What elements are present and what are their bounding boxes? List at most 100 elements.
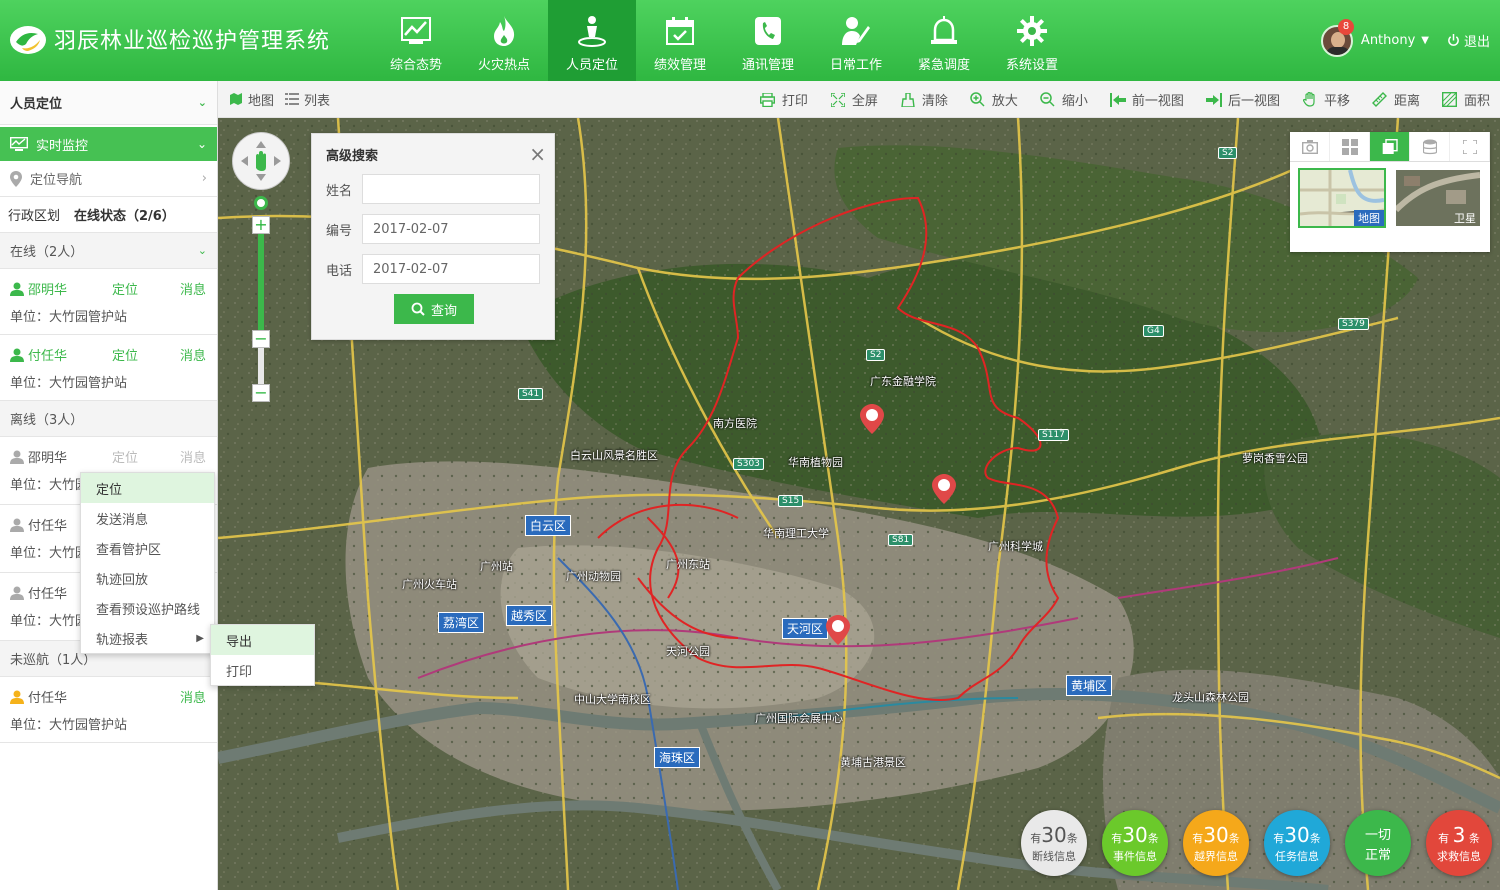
person-icon: [10, 518, 24, 532]
basemap-thumbnail-satellite[interactable]: 卫星: [1393, 168, 1482, 228]
close-icon[interactable]: ×: [529, 142, 546, 166]
message-link[interactable]: 消息: [180, 447, 206, 466]
logo-icon: [8, 22, 48, 56]
message-link[interactable]: 消息: [180, 687, 206, 706]
print-button[interactable]: 打印: [760, 90, 808, 109]
layer-tab-grid[interactable]: [1330, 132, 1370, 161]
menu-item-print[interactable]: 打印: [211, 655, 314, 685]
monitor-label: 实时监控: [36, 138, 89, 154]
sidebar-header[interactable]: 人员定位 ⌄: [0, 81, 217, 125]
location-marker-icon[interactable]: [932, 474, 956, 504]
nav-communication[interactable]: 通讯管理: [724, 0, 812, 81]
menu-item-preset-route[interactable]: 查看预设巡护路线: [81, 593, 214, 623]
stat-all-normal[interactable]: 一切 正常: [1345, 810, 1411, 876]
logout-button[interactable]: 退出: [1447, 31, 1490, 50]
id-label: 编号: [326, 223, 353, 239]
nav-daily-work[interactable]: 日常工作: [812, 0, 900, 81]
layer-tab-basemap[interactable]: [1370, 132, 1410, 161]
map-view-label: 地图: [248, 93, 275, 109]
zoom-out-button[interactable]: 缩小: [1040, 90, 1088, 109]
place-label: 广州火车站: [402, 578, 457, 591]
list-item[interactable]: 付任华 定位 消息 单位：大竹园管护站: [0, 335, 217, 401]
place-label: 白云山风景名胜区: [570, 449, 658, 462]
camera-icon: [1301, 139, 1318, 154]
stat-disconnect[interactable]: 有30条 断线信息: [1021, 810, 1087, 876]
id-input[interactable]: 2017-02-07: [362, 214, 540, 244]
map-zoom-out-button[interactable]: −: [252, 384, 270, 402]
highway-shield: S2: [1218, 147, 1238, 159]
locate-link[interactable]: 定位: [112, 345, 180, 364]
nav-personnel-location[interactable]: 人员定位: [548, 0, 636, 81]
nav-emergency-dispatch[interactable]: 紧急调度: [900, 0, 988, 81]
measure-area-button[interactable]: 面积: [1442, 90, 1490, 109]
sidebar-item-realtime-monitor[interactable]: 实时监控 ⌄: [0, 127, 217, 161]
nav-system-settings[interactable]: 系统设置: [988, 0, 1076, 81]
menu-item-send-message[interactable]: 发送消息: [81, 503, 214, 533]
stat-unit: 条: [1309, 831, 1321, 845]
stat-unit: 条: [1228, 831, 1240, 845]
username[interactable]: Anthony: [1361, 33, 1415, 48]
place-label: 萝岗香雪公园: [1242, 452, 1308, 465]
next-view-button[interactable]: 后一视图: [1205, 90, 1280, 109]
chevron-down-icon[interactable]: ▼: [1421, 35, 1429, 46]
nav-fire-hotspots[interactable]: 火灾热点: [460, 0, 548, 81]
stat-prefix: 有: [1192, 831, 1204, 845]
locate-link[interactable]: 定位: [112, 447, 180, 466]
previous-view-button[interactable]: 前一视图: [1109, 90, 1184, 109]
message-link[interactable]: 消息: [180, 279, 206, 298]
list-item[interactable]: 邵明华 定位 消息 单位：大竹园管护站: [0, 269, 217, 335]
menu-item-view-area[interactable]: 查看管护区: [81, 533, 214, 563]
zoom-slider-handle[interactable]: −: [252, 330, 270, 348]
zoom-in-button[interactable]: 放大: [970, 90, 1018, 109]
locate-me-button[interactable]: [254, 196, 268, 210]
search-icon: [411, 302, 425, 316]
location-marker-icon[interactable]: [826, 615, 850, 645]
list-item[interactable]: 付任华 消息 单位：大竹园管护站: [0, 677, 217, 743]
stat-events[interactable]: 有30条 事件信息: [1102, 810, 1168, 876]
offline-section-header[interactable]: 离线（3人）: [0, 401, 217, 437]
ruler-icon: [1372, 92, 1388, 108]
stat-tasks[interactable]: 有30条 任务信息: [1264, 810, 1330, 876]
menu-item-track-playback[interactable]: 轨迹回放: [81, 563, 214, 593]
name-input[interactable]: [362, 174, 540, 204]
menu-item-locate[interactable]: 定位: [81, 473, 214, 503]
pan-label: 平移: [1323, 94, 1350, 109]
online-section-header[interactable]: 在线（2人） ⌄: [0, 233, 217, 269]
print-label: 打印: [781, 94, 808, 109]
pan-compass[interactable]: [232, 132, 290, 190]
layer-tab-camera[interactable]: [1290, 132, 1330, 161]
tab-administrative-division[interactable]: 行政区划: [8, 205, 60, 224]
status-bubbles: 有30条 断线信息 有30条 事件信息 有30条 越界信息 有30条 任务信息 …: [1006, 810, 1492, 876]
prev-view-icon: [1109, 92, 1126, 108]
highway-shield: G4: [1143, 325, 1164, 337]
zoom-slider-track[interactable]: [258, 348, 264, 384]
stat-count: 30: [1203, 822, 1229, 847]
tab-online-status[interactable]: 在线状态（2/6）: [74, 205, 175, 224]
sidebar-item-navigation[interactable]: 定位导航 ›: [0, 161, 217, 197]
message-link[interactable]: 消息: [180, 345, 206, 364]
locate-link[interactable]: 定位: [112, 279, 180, 298]
clear-button[interactable]: 清除: [900, 90, 948, 109]
layer-tab-database[interactable]: [1410, 132, 1450, 161]
menu-item-label: 导出: [226, 634, 253, 650]
menu-item-track-report[interactable]: 轨迹报表 ▶: [81, 623, 214, 653]
nav-performance[interactable]: 绩效管理: [636, 0, 724, 81]
basemap-thumbnail-map[interactable]: 地图: [1298, 168, 1386, 228]
list-view-button[interactable]: 列表: [284, 90, 330, 109]
hospital-marker-icon[interactable]: [860, 404, 884, 434]
map-zoom-in-button[interactable]: +: [252, 216, 270, 234]
stat-sos[interactable]: 有 3 条 求救信息: [1426, 810, 1492, 876]
pan-button[interactable]: 平移: [1302, 90, 1350, 109]
person-icon: [10, 450, 24, 464]
phone-input[interactable]: 2017-02-07: [362, 254, 540, 284]
search-button[interactable]: 查询: [394, 294, 474, 324]
menu-item-export[interactable]: 导出: [211, 625, 314, 655]
fullscreen-button[interactable]: 全屏: [830, 90, 878, 109]
zoom-slider-track[interactable]: [258, 234, 264, 330]
measure-distance-button[interactable]: 距离: [1372, 90, 1420, 109]
map-view-button[interactable]: 地图: [228, 90, 274, 109]
nav-overview[interactable]: 综合态势: [372, 0, 460, 81]
map-layer-label: 地图: [1354, 210, 1384, 226]
stat-boundary[interactable]: 有30条 越界信息: [1183, 810, 1249, 876]
layer-tab-expand[interactable]: [1450, 132, 1490, 161]
